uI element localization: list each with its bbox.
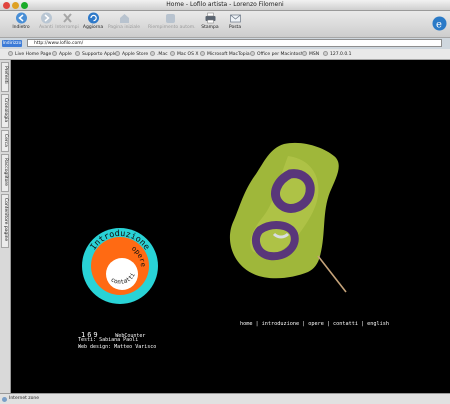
browser-toolbar: Indietro Avanti Interrompi Aggiorna Pagi… [0, 11, 450, 37]
mail-button[interactable]: Posta [224, 12, 246, 36]
favorite-link-apple-store[interactable]: Apple Store [115, 51, 148, 58]
favorite-link-apple[interactable]: Apple [52, 51, 72, 58]
ginkgo-leaf-artwork [226, 142, 366, 294]
nav-separator: | [326, 321, 330, 327]
web-page-content: Introduzione opere contatti home | introdu… [11, 60, 450, 393]
nav-separator: | [255, 321, 259, 327]
favorite-link-mac-os-x[interactable]: Mac OS X [170, 51, 198, 58]
mail-icon [229, 12, 242, 24]
refresh-icon [87, 12, 100, 24]
window-title: Home - Lofilo artista - Lorenzo Filomeni [166, 1, 284, 8]
autofill-button[interactable]: Riempimento autom. [148, 12, 196, 36]
nav-link-introduzione[interactable]: introduzione [262, 321, 299, 327]
print-button[interactable]: Stampa [199, 12, 221, 36]
favorite-link-office-per-macintosh[interactable]: Office per Macintosh [250, 51, 303, 58]
explorer-sidebar: Preferiti Cronologia Cerca Raccoglitore … [0, 60, 11, 393]
circular-menu: Introduzione opere contatti [81, 227, 159, 305]
favorite-globe-icon [52, 51, 57, 56]
favorites-bar: Live Home Page Apple Supporto Apple Appl… [0, 49, 450, 60]
printer-icon [204, 12, 217, 24]
nav-link-home[interactable]: home [240, 321, 253, 327]
favorite-globe-icon [150, 51, 155, 56]
back-button[interactable]: Indietro [9, 12, 33, 36]
tab-raccoglitore[interactable]: Raccoglitore [1, 154, 9, 192]
refresh-button[interactable]: Aggiorna [81, 12, 105, 36]
favorite-globe-icon [170, 51, 175, 56]
nav-separator: | [302, 321, 306, 327]
home-page-button[interactable]: Pagina iniziale [106, 12, 142, 36]
address-label: Indirizzo [2, 40, 22, 47]
site-navigation: home | introduzione | opere | contatti | english [240, 321, 389, 327]
autofill-icon [164, 12, 177, 24]
internet-zone-icon [2, 397, 7, 402]
title-bar: Home - Lofilo artista - Lorenzo Filomeni [0, 0, 450, 11]
favorite-link-msn[interactable]: MSN [302, 51, 319, 58]
tab-cronologia[interactable]: Cronologia [1, 94, 9, 128]
favorite-globe-icon [75, 51, 80, 56]
favorite-globe-icon [302, 51, 307, 56]
status-text: Internet zone [9, 396, 40, 401]
ie-logo-icon: e [432, 16, 447, 31]
favorite-globe-icon [200, 51, 205, 56]
back-arrow-icon [15, 12, 28, 24]
credit-texts: Testi: Sabiana Paoli [78, 337, 139, 343]
nav-link-english[interactable]: english [367, 321, 389, 327]
nav-link-opere[interactable]: opere [308, 321, 324, 327]
nav-separator: | [360, 321, 365, 327]
favorite-link-localhost[interactable]: 127.0.0.1 [323, 51, 351, 58]
favorite-globe-icon [115, 51, 120, 56]
stop-x-icon [61, 12, 74, 24]
tab-cerca[interactable]: Cerca [1, 130, 9, 152]
tab-preferiti[interactable]: Preferiti [1, 62, 9, 92]
forward-button[interactable]: Avanti [35, 12, 57, 36]
favorite-globe-icon [250, 51, 255, 56]
svg-text:e: e [436, 20, 442, 31]
favorite-link-live-home-page[interactable]: Live Home Page [8, 51, 51, 58]
tab-contenitore-pagine[interactable]: Contenitore pagine [1, 194, 9, 248]
forward-arrow-icon [40, 12, 53, 24]
favorite-globe-icon [323, 51, 328, 56]
home-icon [118, 12, 131, 24]
favorite-link-supporto-apple[interactable]: Supporto Apple [75, 51, 117, 58]
favorite-globe-icon [8, 51, 13, 56]
stop-button[interactable]: Interrompi [55, 12, 79, 36]
nav-link-contatti[interactable]: contatti [333, 321, 358, 327]
credit-web-design: Web design: Matteo Varisco [78, 344, 157, 350]
favorite-link-microsoft-mactopia[interactable]: Microsoft MacTopia [200, 51, 250, 58]
url-field[interactable]: http://www.lofilo.com/ [27, 39, 442, 47]
credits: Testi: Sabiana Paoli Web design: Matteo … [78, 337, 156, 351]
status-bar: Internet zone [0, 393, 450, 404]
favorite-link-mac[interactable]: .Mac [150, 51, 168, 58]
